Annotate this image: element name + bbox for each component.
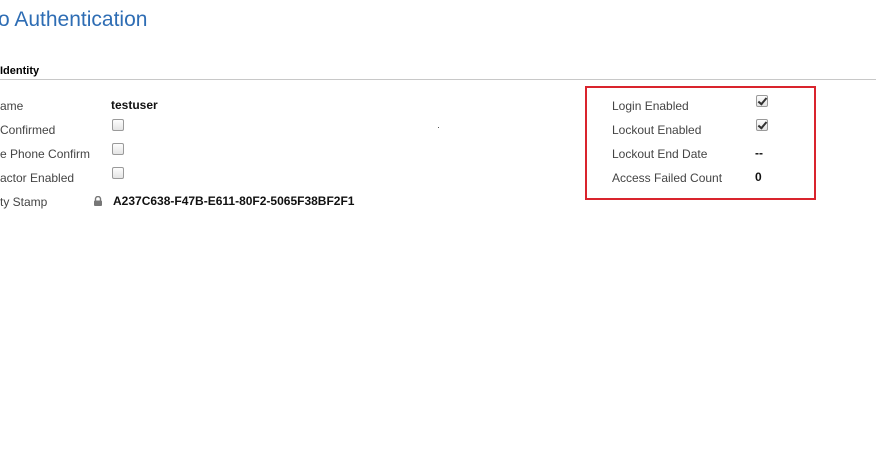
email-confirmed-checkbox[interactable]: [112, 119, 124, 131]
login-enabled-label: Login Enabled: [612, 99, 689, 113]
two-factor-label: actor Enabled: [0, 171, 75, 185]
security-stamp-value: A237C638-F47B-E611-80F2-5065F38BF2F1: [113, 194, 355, 208]
section-header: Identity: [0, 65, 40, 77]
phone-confirmed-checkbox[interactable]: [112, 143, 124, 155]
login-enabled-checkbox[interactable]: [756, 95, 768, 107]
stray-dot: [438, 127, 439, 128]
section-divider: [0, 79, 876, 80]
page-title: o Authentication: [0, 8, 148, 31]
access-failed-count-label: Access Failed Count: [612, 171, 723, 185]
username-value: testuser: [111, 98, 158, 112]
lockout-enabled-label: Lockout Enabled: [612, 123, 702, 137]
lock-icon: [94, 196, 102, 206]
phone-confirmed-label: e Phone Confirm: [0, 147, 91, 161]
lockout-end-date-value: --: [755, 146, 763, 160]
lockout-enabled-checkbox[interactable]: [756, 119, 768, 131]
username-label: ame: [0, 99, 24, 113]
security-stamp-label: ty Stamp: [0, 195, 48, 209]
access-failed-count-value: 0: [755, 170, 762, 184]
email-confirmed-label: Confirmed: [0, 123, 56, 137]
lockout-end-date-label: Lockout End Date: [612, 147, 708, 161]
two-factor-checkbox[interactable]: [112, 167, 124, 179]
